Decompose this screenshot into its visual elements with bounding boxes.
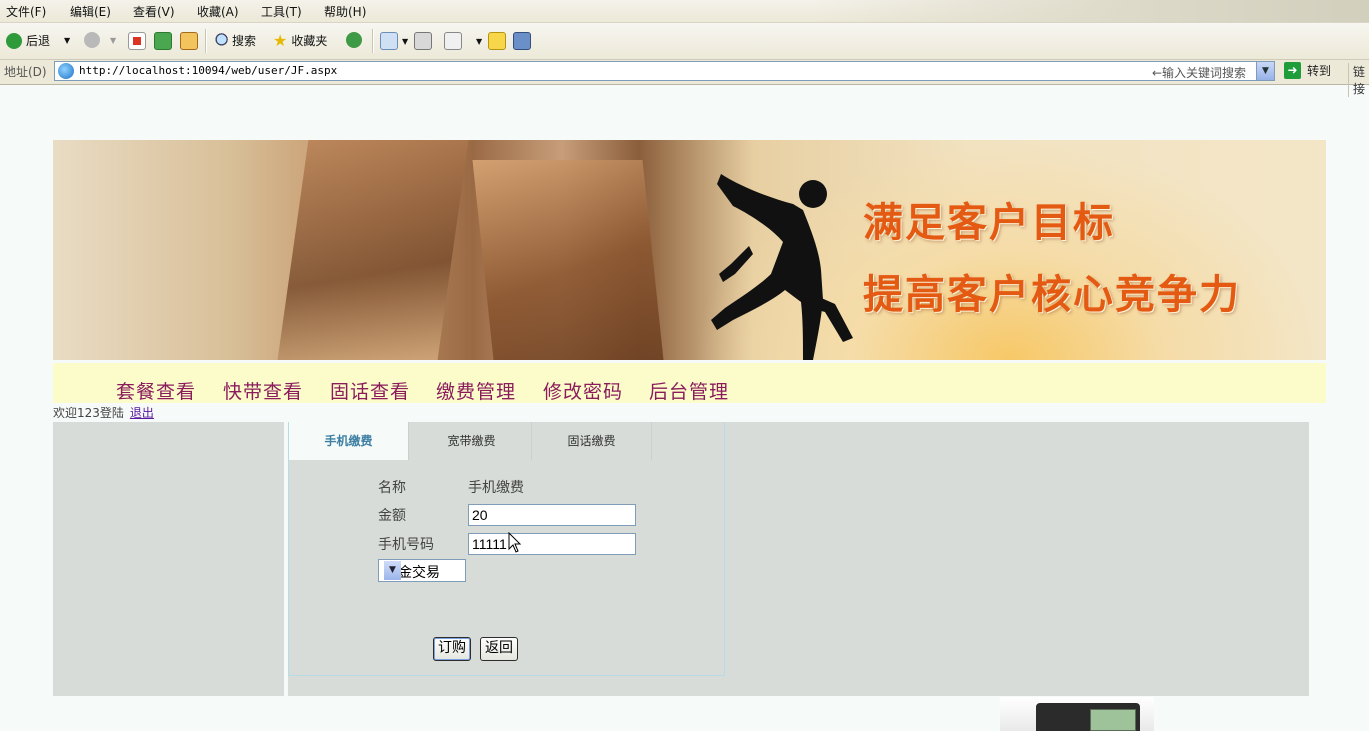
back-arrow-icon	[6, 32, 22, 49]
menu-favorites[interactable]: 收藏(A)	[197, 3, 239, 20]
toolbar-separator	[372, 29, 374, 53]
amount-label: 金额	[378, 508, 406, 524]
mouse-cursor-icon	[508, 532, 522, 553]
menu-view[interactable]: 查看(V)	[133, 3, 175, 20]
edit-button[interactable]: ▼	[444, 32, 482, 50]
nav-package-view[interactable]: 套餐查看	[116, 377, 196, 404]
mail-icon	[380, 32, 398, 50]
banner-rock	[277, 140, 469, 360]
browser-toolbar: 后退 ▼ ▼ 搜索 ★ 收藏夹 ▼ ▼	[0, 23, 1369, 60]
address-search-hint: ←输入关键词搜索	[1151, 66, 1246, 80]
toolbar-separator	[205, 29, 207, 53]
address-url[interactable]: http://localhost:10094/web/user/JF.aspx	[79, 64, 337, 77]
name-value: 手机缴费	[468, 480, 524, 496]
nav-landline-view[interactable]: 固话查看	[330, 377, 410, 404]
telephone-image	[1000, 697, 1154, 731]
links-toolbar[interactable]: 链接	[1348, 63, 1369, 97]
banner-rock	[472, 160, 664, 360]
go-button[interactable]: ➜ 转到	[1284, 62, 1331, 79]
address-input[interactable]: http://localhost:10094/web/user/JF.aspx …	[54, 61, 1275, 81]
stop-button[interactable]	[128, 32, 150, 50]
menu-help[interactable]: 帮助(H)	[324, 3, 366, 20]
forward-dropdown-icon[interactable]: ▼	[110, 36, 116, 45]
chevron-down-icon[interactable]: ▼	[384, 561, 401, 580]
address-bar: 地址(D) http://localhost:10094/web/user/JF…	[0, 60, 1369, 97]
tab-mobile-payment[interactable]: 手机缴费	[289, 422, 409, 460]
refresh-button[interactable]	[154, 32, 176, 50]
menu-edit[interactable]: 编辑(E)	[70, 3, 111, 20]
menu-tools[interactable]: 工具(T)	[261, 3, 302, 20]
go-label: 转到	[1307, 64, 1332, 78]
nav-change-password[interactable]: 修改密码	[543, 377, 623, 404]
print-icon	[414, 32, 432, 50]
stop-icon	[128, 32, 146, 50]
word-icon	[444, 32, 462, 50]
back-dropdown-icon[interactable]: ▼	[64, 36, 70, 45]
nav-admin[interactable]: 后台管理	[649, 377, 729, 404]
payment-tab-box: 手机缴费 宽带缴费 固话缴费 名称 手机缴费 金额 手机号码 现金交易 ▼ 订购…	[288, 422, 725, 676]
home-icon	[180, 32, 198, 50]
address-dropdown-icon[interactable]: ▼	[1256, 62, 1274, 80]
search-button[interactable]: 搜索	[212, 32, 256, 49]
favorites-label: 收藏夹	[291, 34, 328, 48]
note-icon	[488, 32, 506, 50]
forward-arrow-icon	[84, 32, 100, 48]
main-nav: 套餐查看 快带查看 固话查看 缴费管理 修改密码 后台管理	[53, 363, 1326, 403]
history-icon	[346, 32, 362, 48]
search-label: 搜索	[232, 34, 257, 48]
star-icon: ★	[273, 30, 288, 50]
logout-link[interactable]: 退出	[130, 406, 154, 420]
left-panel	[53, 422, 284, 696]
banner-slogan-line2: 提高客户核心竞争力	[863, 272, 1241, 318]
address-label: 地址(D)	[4, 65, 47, 79]
welcome-bar: 欢迎123登陆 退出	[53, 404, 154, 421]
banner-image: 满足客户目标 提高客户核心竞争力	[53, 140, 1326, 360]
order-button[interactable]: 订购	[433, 637, 471, 661]
phone-label: 手机号码	[378, 537, 434, 553]
favorites-button[interactable]: ★ 收藏夹	[273, 32, 327, 49]
forward-button[interactable]: ▼	[84, 32, 116, 48]
go-arrow-icon: ➜	[1284, 62, 1301, 79]
discuss-button[interactable]	[488, 32, 510, 50]
nav-payment-management[interactable]: 缴费管理	[436, 377, 516, 404]
messenger-button[interactable]	[513, 32, 535, 50]
history-button[interactable]	[346, 32, 366, 48]
edit-dropdown-icon[interactable]: ▼	[476, 37, 482, 46]
payment-method-select[interactable]: 现金交易 ▼	[378, 559, 466, 582]
mail-button[interactable]: ▼	[380, 32, 408, 50]
nav-broadband-view[interactable]: 快带查看	[223, 377, 303, 404]
tab-landline-payment[interactable]: 固话缴费	[532, 422, 652, 460]
refresh-icon	[154, 32, 172, 50]
browser-menubar: 文件(F) 编辑(E) 查看(V) 收藏(A) 工具(T) 帮助(H)	[0, 0, 1369, 23]
ie-page-icon	[58, 63, 74, 79]
search-icon	[212, 32, 228, 49]
back-label: 后退	[26, 34, 51, 48]
welcome-text: 欢迎123登陆	[53, 406, 124, 420]
home-button[interactable]	[180, 32, 202, 50]
amount-input[interactable]	[468, 504, 636, 526]
menubar-decoration	[809, 0, 1369, 22]
phone-number-input[interactable]	[468, 533, 636, 555]
tab-broadband-payment[interactable]: 宽带缴费	[412, 422, 532, 460]
messenger-icon	[513, 32, 531, 50]
telephone-screen	[1090, 709, 1136, 731]
back-button[interactable]: 后退 ▼	[6, 32, 70, 49]
menu-file[interactable]: 文件(F)	[6, 3, 46, 20]
print-button[interactable]	[414, 32, 436, 50]
climber-silhouette-icon	[711, 174, 853, 360]
back-button[interactable]: 返回	[480, 637, 518, 661]
banner-slogan-line1: 满足客户目标	[863, 200, 1115, 246]
mail-dropdown-icon[interactable]: ▼	[402, 37, 408, 46]
name-label: 名称	[378, 480, 406, 496]
